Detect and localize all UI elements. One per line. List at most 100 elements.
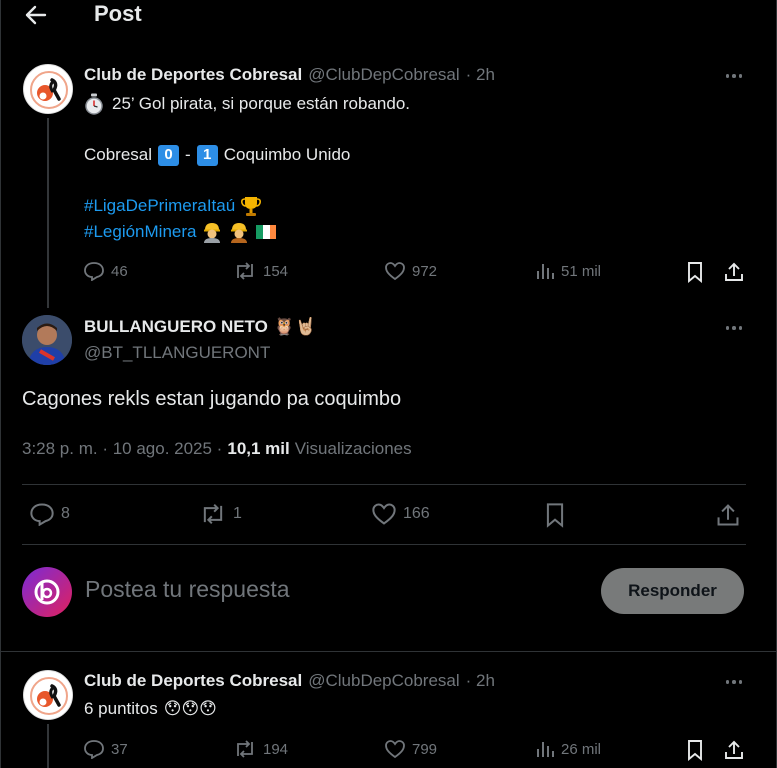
repost-action[interactable]: 154 (233, 261, 288, 281)
name-emojis: 🦉🤘🏼 (273, 317, 317, 336)
author-name[interactable]: Club de Deportes Cobresal (84, 671, 302, 691)
reply-button[interactable]: Responder (601, 568, 744, 614)
reply-count: 8 (61, 505, 70, 522)
analytics-icon (537, 264, 554, 279)
bookmark-icon (688, 262, 702, 284)
thread-line (47, 118, 49, 308)
more-options-icon[interactable] (722, 318, 746, 338)
construction-worker-icon (204, 223, 221, 243)
hashtag-legion[interactable]: #LegiónMinera (84, 221, 196, 243)
user-photo-icon (22, 315, 72, 365)
score-line: Cobresal 0 - 1 Coquimbo Unido (84, 144, 350, 166)
reply-action[interactable]: 8 (29, 502, 70, 526)
like-count: 166 (403, 505, 430, 522)
reply-icon (84, 740, 104, 759)
repost-icon (203, 503, 223, 525)
share-button[interactable] (715, 502, 741, 533)
cobresal-avatar[interactable] (23, 64, 73, 114)
like-action[interactable]: 972 (384, 261, 437, 281)
back-arrow-icon (25, 5, 47, 25)
score-separator: - (185, 145, 191, 164)
bookmark-button[interactable] (543, 502, 567, 533)
views-count: 51 mil (561, 262, 602, 280)
hushed-face-icons: 😯😯😯 (163, 699, 217, 718)
cobresal-avatar[interactable] (23, 670, 73, 720)
analytics-icon (537, 742, 554, 757)
tweet2-header: Club de Deportes Cobresal @ClubDepCobres… (84, 671, 495, 691)
score-home-keycap: 0 (158, 144, 180, 166)
team-away: Coquimbo Unido (223, 145, 351, 164)
reply-input[interactable]: Postea tu respuesta (85, 576, 290, 603)
author-handle[interactable]: @ClubDepCobresal (308, 671, 459, 691)
like-count: 972 (412, 262, 438, 280)
like-count: 799 (412, 740, 438, 758)
hashtag-liga[interactable]: #LigaDePrimeraItaú (84, 195, 235, 217)
reply-count: 46 (111, 262, 128, 280)
bookmark-icon (688, 740, 702, 762)
reply-count: 37 (111, 740, 128, 758)
team-home: Cobresal (84, 145, 153, 164)
bookmark-button[interactable] (685, 739, 705, 766)
author-handle[interactable]: @ClubDepCobresal (308, 65, 459, 85)
divider (1, 651, 776, 652)
divider (22, 544, 746, 545)
repost-action[interactable]: 1 (199, 502, 242, 526)
like-action[interactable]: 799 (384, 739, 437, 759)
bullanguero-avatar[interactable] (22, 315, 72, 365)
repost-count: 154 (263, 262, 289, 280)
views-action[interactable]: 51 mil (535, 261, 601, 281)
repost-action[interactable]: 194 (233, 739, 288, 759)
post-time[interactable]: · 2h (466, 65, 495, 85)
post-timestamp[interactable]: 3:28 p. m. · 10 ago. 2025 · (22, 439, 222, 459)
repost-count: 1 (233, 505, 242, 522)
trophy-icon (241, 197, 262, 216)
tweet1-line1: 25’ Gol pirata, si porque están robando. (84, 93, 410, 115)
construction-worker-icon (231, 223, 248, 243)
tweet1-header: Club de Deportes Cobresal @ClubDepCobres… (84, 65, 495, 85)
bookmark-button[interactable] (685, 261, 705, 288)
cobresal-logo-icon (25, 66, 72, 113)
score-away-keycap: 1 (196, 144, 218, 166)
repost-count: 194 (263, 740, 289, 758)
heart-icon (385, 262, 405, 281)
share-icon (725, 740, 743, 759)
share-icon (725, 262, 743, 281)
share-button[interactable] (723, 261, 745, 288)
main-tweet-text: Cagones rekls estan jugando pa coquimbo (22, 388, 402, 410)
hashtag-line-2: #LegiónMinera (84, 221, 277, 243)
tweet1-text: 25’ Gol pirata, si porque están robando. (112, 94, 411, 113)
more-options-icon[interactable] (722, 66, 746, 86)
reply-action[interactable]: 37 (83, 739, 128, 759)
divider (22, 484, 746, 485)
page-title: Post (94, 1, 142, 26)
stopwatch-icon (85, 93, 103, 115)
tweet2-text: 6 puntitos (84, 699, 158, 718)
my-avatar[interactable] (22, 567, 72, 617)
like-action[interactable]: 166 (371, 502, 430, 526)
author-name[interactable]: Club de Deportes Cobresal (84, 65, 302, 85)
post-time[interactable]: · 2h (466, 671, 495, 691)
reply-action[interactable]: 46 (83, 261, 128, 281)
timestamp-row: 3:28 p. m. · 10 ago. 2025 · 10,1 mil Vis… (22, 439, 412, 459)
views-count: 10,1 mil (227, 439, 290, 458)
share-icon (717, 504, 739, 526)
bookmark-icon (546, 503, 564, 528)
profile-logo-icon (34, 579, 60, 605)
ireland-flag-icon (256, 225, 277, 239)
author-name[interactable]: BULLANGUERO NETO (84, 317, 268, 337)
repost-icon (237, 262, 253, 280)
author-handle[interactable]: @BT_TLLANGUERONT (84, 343, 270, 363)
share-button[interactable] (723, 739, 745, 766)
reply-icon (30, 503, 54, 526)
heart-icon (385, 740, 405, 759)
timeline-column: Post Club de Deportes Cobresal @ClubDepC… (0, 0, 777, 768)
views-count: 26 mil (561, 740, 602, 758)
tweet2-text-row: 6 puntitos 😯😯😯 (84, 698, 217, 720)
views-label: Visualizaciones (294, 439, 412, 458)
views-action[interactable]: 26 mil (535, 739, 601, 759)
main-author-row: BULLANGUERO NETO 🦉🤘🏼 (84, 317, 316, 337)
thread-line (47, 724, 49, 768)
reply-icon (84, 262, 104, 281)
more-options-icon[interactable] (722, 672, 746, 692)
back-button[interactable] (21, 2, 51, 28)
